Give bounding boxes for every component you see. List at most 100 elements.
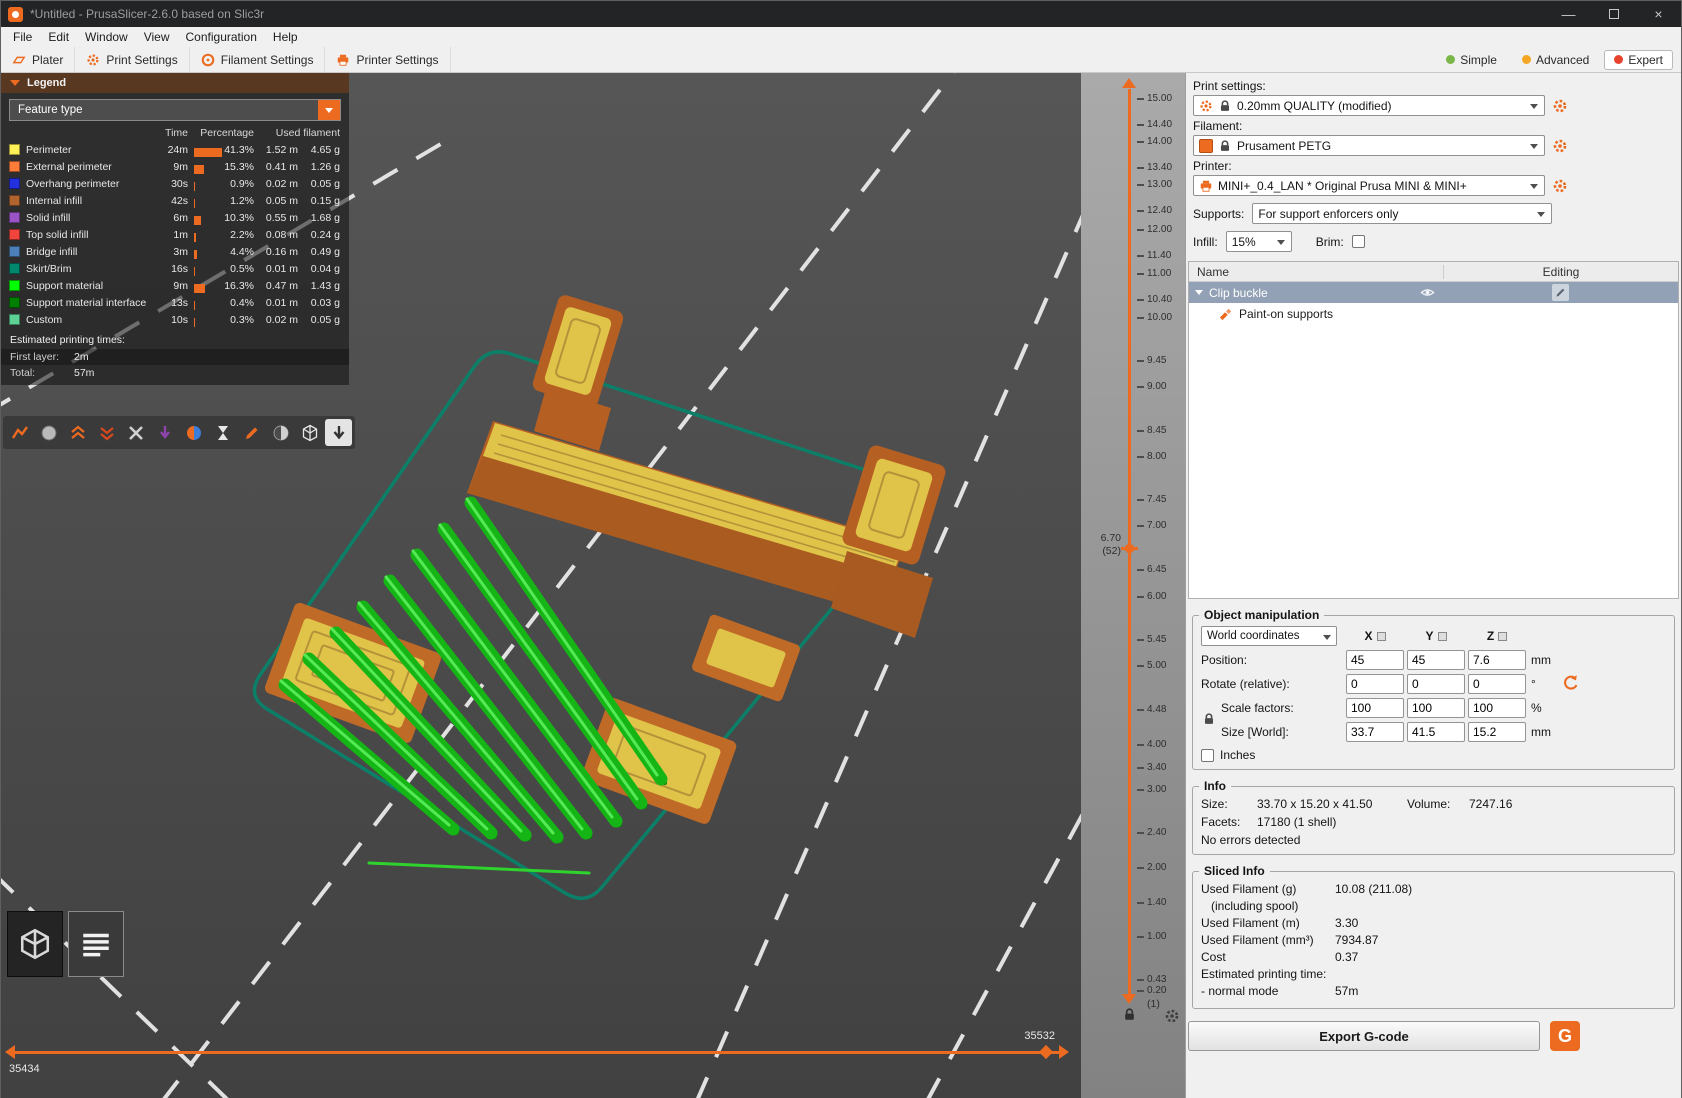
deretractions-icon[interactable]	[151, 419, 178, 446]
size-label: Size:	[1201, 797, 1257, 811]
rotate-y-input[interactable]	[1407, 674, 1465, 694]
export-gcode-button[interactable]: Export G-code	[1188, 1021, 1540, 1051]
object-row-clip-buckle[interactable]: Clip buckle	[1189, 282, 1678, 303]
gcode-move-slider[interactable]	[15, 1051, 1061, 1054]
pause-prints-icon[interactable]	[209, 419, 236, 446]
preview-options-toolbar	[3, 416, 355, 449]
menu-edit[interactable]: Edit	[40, 28, 77, 46]
mode-advanced[interactable]: Advanced	[1512, 50, 1599, 70]
lock-icon	[1218, 99, 1232, 113]
legend-header[interactable]: Legend	[1, 73, 349, 93]
hslider-right-arrow-icon[interactable]	[1059, 1045, 1069, 1059]
size-x-input[interactable]	[1346, 722, 1404, 742]
preview-view-thumbnail[interactable]	[68, 911, 124, 977]
print-settings-select[interactable]: 0.20mm QUALITY (modified)	[1193, 95, 1545, 116]
close-button[interactable]: ×	[1636, 1, 1681, 27]
supports-select[interactable]: For support enforcers only	[1252, 203, 1552, 224]
feature-weight: 0.03 g	[298, 297, 340, 309]
menu-file[interactable]: File	[5, 28, 40, 46]
view-type-select[interactable]: Feature type	[9, 99, 341, 121]
edit-filament-button[interactable]	[1552, 138, 1568, 154]
printer-select[interactable]: MINI+_0.4_LAN * Original Prusa MINI & MI…	[1193, 175, 1545, 196]
ruler-tick-label: 1.40	[1147, 897, 1166, 908]
gcode-file-icon[interactable]: G	[1550, 1021, 1580, 1051]
menu-window[interactable]: Window	[77, 28, 136, 46]
layer-slider-up-arrow-icon[interactable]	[1122, 78, 1136, 88]
filament-select[interactable]: Prusament PETG	[1193, 135, 1545, 156]
scale-y-input[interactable]	[1407, 698, 1465, 718]
color-changes-icon[interactable]	[180, 419, 207, 446]
dropdown-arrow-icon	[1530, 144, 1538, 149]
visibility-eye-icon[interactable]	[1420, 285, 1435, 300]
mode-expert[interactable]: Expert	[1604, 50, 1673, 70]
mode-simple[interactable]: Simple	[1436, 50, 1507, 70]
slider-lock-icon[interactable]	[1122, 1007, 1137, 1022]
size-z-input[interactable]	[1468, 722, 1526, 742]
menu-configuration[interactable]: Configuration	[178, 28, 265, 46]
tool-changes-icon[interactable]	[122, 419, 149, 446]
scale-z-input[interactable]	[1468, 698, 1526, 718]
object-list: Name Editing Clip buckle Paint-on supp	[1188, 261, 1679, 599]
editing-icon[interactable]	[1552, 284, 1569, 301]
ruler-tick: 8.00	[1137, 451, 1166, 462]
tab-filament-settings[interactable]: Filament Settings	[190, 47, 326, 72]
coordinates-select[interactable]: World coordinates	[1201, 626, 1337, 646]
uniform-scale-lock-icon[interactable]	[1202, 712, 1216, 726]
layer-slider-current-handle[interactable]	[1121, 540, 1138, 557]
size-y-input[interactable]	[1407, 722, 1465, 742]
tab-print-settings[interactable]: Print Settings	[75, 47, 189, 72]
tool-marker-icon[interactable]	[325, 419, 352, 446]
legend-row-solid-infill: Solid infill6m10.3%0.55 m1.68 g	[1, 209, 349, 226]
seams-icon[interactable]	[64, 419, 91, 446]
inches-checkbox[interactable]	[1201, 749, 1214, 762]
shells-icon[interactable]	[35, 419, 62, 446]
plater-icon	[12, 53, 26, 67]
dropdown-arrow-icon[interactable]	[318, 100, 340, 120]
paint-on-supports-icon	[1219, 307, 1233, 321]
wireframe-cube-icon[interactable]	[296, 419, 323, 446]
retractions-icon[interactable]	[93, 419, 120, 446]
maximize-button[interactable]	[1591, 1, 1636, 27]
position-z-input[interactable]	[1468, 650, 1526, 670]
position-y-input[interactable]	[1407, 650, 1465, 670]
rotate-label: Rotate (relative):	[1201, 677, 1343, 691]
menu-help[interactable]: Help	[265, 28, 306, 46]
brim-checkbox[interactable]	[1352, 235, 1365, 248]
infill-select[interactable]: 15%	[1226, 231, 1292, 252]
settings-tab-bar: PlaterPrint SettingsFilament Settings Pri…	[1, 47, 1681, 73]
layer-slider-down-arrow-icon[interactable]	[1122, 994, 1136, 1004]
settings-gear-icon[interactable]	[1164, 1008, 1180, 1024]
travels-icon[interactable]	[6, 419, 33, 446]
position-label: Position:	[1201, 653, 1343, 667]
feature-label: Overhang perimeter	[26, 178, 158, 190]
position-x-input[interactable]	[1346, 650, 1404, 670]
ruler-tick-label: 9.45	[1147, 355, 1166, 366]
3d-viewport[interactable]: Legend Feature type Time Percentage Used…	[1, 73, 1081, 1098]
hslider-left-arrow-icon[interactable]	[5, 1045, 15, 1059]
collapse-triangle-icon	[10, 80, 20, 86]
print-settings-value: 0.20mm QUALITY (modified)	[1237, 99, 1392, 113]
rotate-z-input[interactable]	[1468, 674, 1526, 694]
menu-view[interactable]: View	[136, 28, 178, 46]
sliced-info-value: 57m	[1335, 984, 1358, 998]
reset-rotation-button[interactable]	[1562, 674, 1579, 691]
info-title: Info	[1199, 779, 1231, 793]
edit-printer-button[interactable]	[1552, 178, 1568, 194]
tab-printer-settings[interactable]: Printer Settings	[325, 47, 450, 72]
ruler-tick: 0.43	[1137, 974, 1166, 985]
scale-x-input[interactable]	[1346, 698, 1404, 718]
editor-view-thumbnail[interactable]	[7, 911, 63, 977]
right-sidebar: Print settings: 0.20mm QUALITY (modified…	[1185, 73, 1681, 1098]
rotate-x-input[interactable]	[1346, 674, 1404, 694]
edit-print-settings-button[interactable]	[1552, 98, 1568, 114]
tab-plater[interactable]: Plater	[1, 47, 75, 72]
minimize-button[interactable]: —	[1546, 1, 1591, 27]
size-label: Size [World]:	[1201, 725, 1343, 739]
sphere-icon[interactable]	[267, 419, 294, 446]
object-row-paint-on-supports[interactable]: Paint-on supports	[1189, 303, 1678, 324]
tab-label: Printer Settings	[356, 53, 438, 67]
expander-icon[interactable]	[1195, 290, 1203, 295]
custom-gcode-icon[interactable]	[238, 419, 265, 446]
infill-label: Infill:	[1193, 235, 1218, 249]
legend-panel: Legend Feature type Time Percentage Used…	[1, 73, 349, 385]
